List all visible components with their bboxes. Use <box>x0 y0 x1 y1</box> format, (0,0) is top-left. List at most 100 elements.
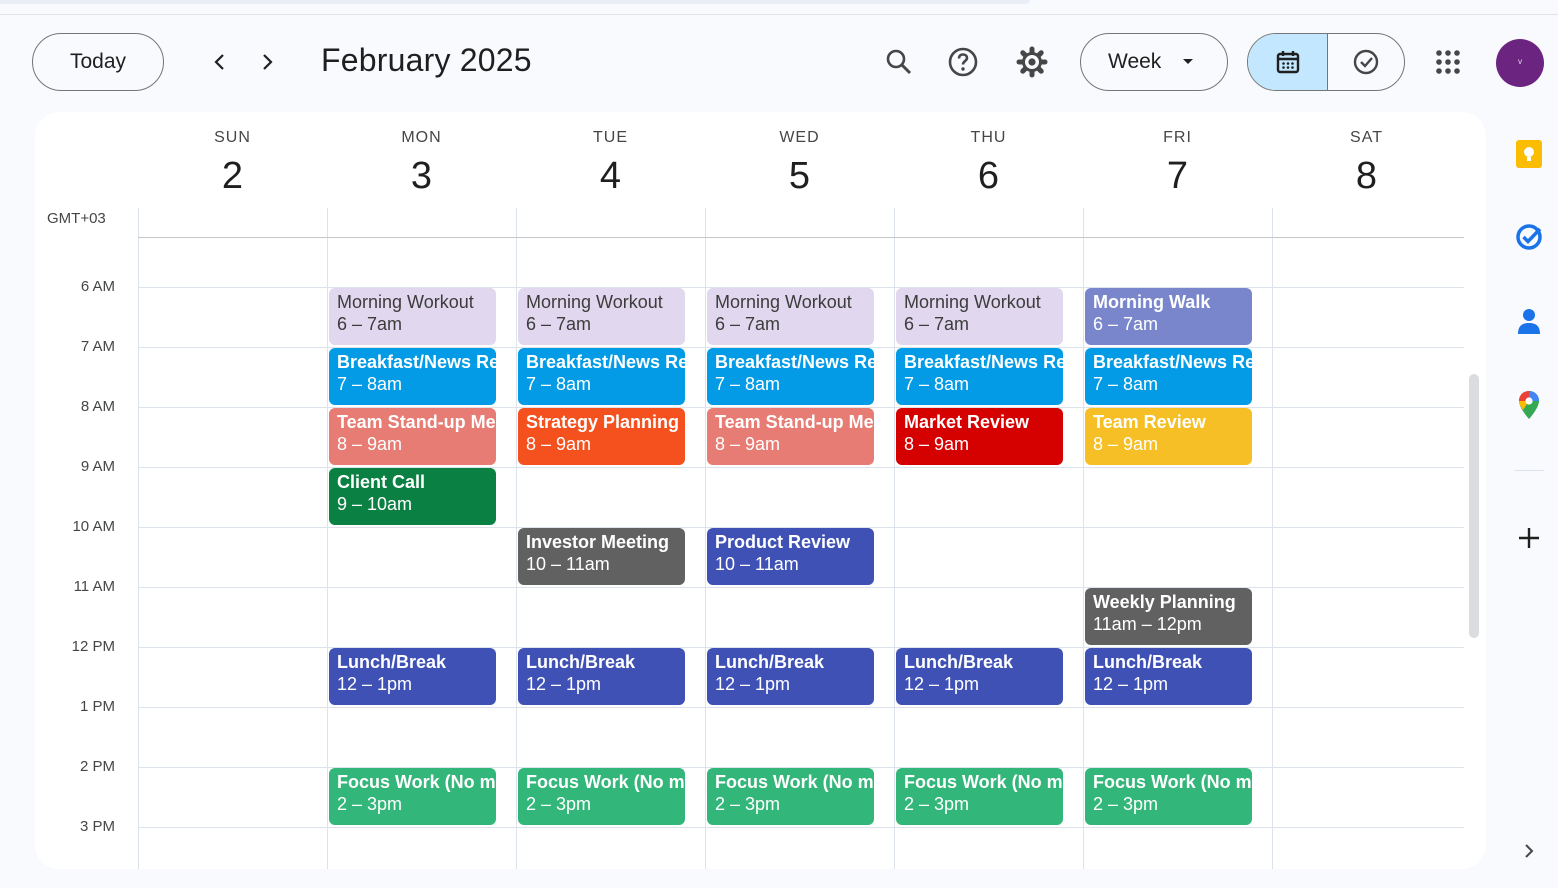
day-header-sun[interactable]: SUN 2 <box>138 112 327 212</box>
header-column-separator <box>138 208 139 238</box>
calendar-event[interactable]: Team Stand-up Me 8 – 9am <box>707 408 874 465</box>
day-name: SAT <box>1350 129 1383 146</box>
calendar-event[interactable]: Focus Work (No me 2 – 3pm <box>1085 768 1252 825</box>
maps-button[interactable] <box>1514 390 1544 420</box>
today-button[interactable]: Today <box>32 33 164 91</box>
day-column-line <box>894 238 895 869</box>
view-selector[interactable]: Week <box>1080 33 1228 91</box>
header-column-separator <box>516 208 517 238</box>
calendar-event[interactable]: Focus Work (No me 2 – 3pm <box>518 768 685 825</box>
keep-button[interactable] <box>1514 139 1544 169</box>
calendar-event[interactable]: Morning Walk 6 – 7am <box>1085 288 1252 345</box>
apps-button[interactable] <box>1426 40 1470 84</box>
event-time: 8 – 9am <box>337 434 403 454</box>
event-title: Breakfast/News Re <box>337 352 496 372</box>
hour-line <box>138 707 1464 708</box>
contacts-button[interactable] <box>1514 306 1544 336</box>
calendar-event[interactable]: Team Review 8 – 9am <box>1085 408 1252 465</box>
day-column-line <box>1083 238 1084 869</box>
event-time: 6 – 7am <box>526 314 592 334</box>
gear-icon <box>1016 46 1048 78</box>
day-date[interactable]: 2 <box>138 155 327 198</box>
day-header-mon[interactable]: MON 3 <box>327 112 516 212</box>
event-time: 12 – 1pm <box>526 674 602 694</box>
event-title: Product Review <box>715 532 851 552</box>
time-label: 12 PM <box>71 638 115 655</box>
hour-line <box>138 827 1464 828</box>
prev-week-button[interactable] <box>202 44 238 80</box>
contacts-icon <box>1518 309 1540 334</box>
calendar-event[interactable]: Market Review 8 – 9am <box>896 408 1063 465</box>
task-check-icon <box>1353 49 1379 75</box>
event-title: Focus Work (No me <box>526 772 685 792</box>
event-title: Investor Meeting <box>526 532 670 552</box>
header-column-separator <box>705 208 706 238</box>
calendar-event[interactable]: Morning Workout 6 – 7am <box>707 288 874 345</box>
avatar[interactable]: ᵛ <box>1496 39 1544 87</box>
day-name: SUN <box>214 129 251 146</box>
grid-scrollbar[interactable] <box>1469 374 1479 638</box>
header-column-separator <box>1272 208 1273 238</box>
day-name: THU <box>970 129 1007 146</box>
calendar-event[interactable]: Strategy Planning 8 – 9am <box>518 408 685 465</box>
day-date[interactable]: 5 <box>705 155 894 198</box>
tasks-button[interactable] <box>1514 222 1544 252</box>
calendar-event[interactable]: Focus Work (No me 2 – 3pm <box>707 768 874 825</box>
settings-button[interactable] <box>1010 40 1054 84</box>
calendar-event[interactable]: Investor Meeting 10 – 11am <box>518 528 685 585</box>
event-title: Breakfast/News Re <box>904 352 1063 372</box>
event-title: Team Review <box>1093 412 1206 432</box>
event-time: 2 – 3pm <box>337 794 403 814</box>
event-title: Morning Walk <box>1093 292 1211 312</box>
calendar-event[interactable]: Client Call 9 – 10am <box>329 468 496 525</box>
tab-strip <box>0 0 1030 4</box>
calendar-event[interactable]: Breakfast/News Re 7 – 8am <box>896 348 1063 405</box>
expand-side-panel-button[interactable] <box>1514 836 1544 866</box>
event-title: Strategy Planning <box>526 412 680 432</box>
event-title: Breakfast/News Re <box>526 352 685 372</box>
calendar-event[interactable]: Morning Workout 6 – 7am <box>518 288 685 345</box>
calendar-event[interactable]: Lunch/Break 12 – 1pm <box>1085 648 1252 705</box>
calendar-event[interactable]: Breakfast/News Re 7 – 8am <box>518 348 685 405</box>
day-date[interactable]: 6 <box>894 155 1083 198</box>
calendar-event[interactable]: Morning Workout 6 – 7am <box>329 288 496 345</box>
time-label: 9 AM <box>80 458 115 475</box>
calendar-event[interactable]: Breakfast/News Re 7 – 8am <box>707 348 874 405</box>
time-grid[interactable]: 5 AM6 AM7 AM8 AM9 AM10 AM11 AM12 PM1 PM2… <box>35 238 1465 869</box>
day-date[interactable]: 3 <box>327 155 516 198</box>
add-addon-button[interactable] <box>1514 523 1544 553</box>
calendar-event[interactable]: Weekly Planning 11am – 12pm <box>1085 588 1252 645</box>
day-header-fri[interactable]: FRI 7 <box>1083 112 1272 212</box>
time-label: 6 AM <box>80 278 115 295</box>
calendar-event[interactable]: Lunch/Break 12 – 1pm <box>896 648 1063 705</box>
calendar-event[interactable]: Lunch/Break 12 – 1pm <box>707 648 874 705</box>
calendar-event[interactable]: Lunch/Break 12 – 1pm <box>518 648 685 705</box>
calendar-grid-panel: SUN2MON3TUE4WED5THU6FRI7SAT8 GMT+03 5 AM… <box>35 112 1486 869</box>
day-header-sat[interactable]: SAT 8 <box>1272 112 1461 212</box>
calendar-event[interactable]: Product Review 10 – 11am <box>707 528 874 585</box>
day-header-wed[interactable]: WED 5 <box>705 112 894 212</box>
help-button[interactable] <box>941 40 985 84</box>
calendar-event[interactable]: Team Stand-up Me 8 – 9am <box>329 408 496 465</box>
day-date[interactable]: 7 <box>1083 155 1272 198</box>
event-time: 2 – 3pm <box>1093 794 1159 814</box>
day-date[interactable]: 4 <box>516 155 705 198</box>
calendar-event[interactable]: Focus Work (No me 2 – 3pm <box>329 768 496 825</box>
search-button[interactable] <box>877 40 921 84</box>
plus-icon <box>1519 528 1539 548</box>
calendar-event[interactable]: Breakfast/News Re 7 – 8am <box>329 348 496 405</box>
tasks-view-button[interactable] <box>1328 34 1404 90</box>
event-time: 7 – 8am <box>904 374 970 394</box>
calendar-view-button[interactable] <box>1248 34 1328 90</box>
calendar-event[interactable]: Morning Workout 6 – 7am <box>896 288 1063 345</box>
day-date[interactable]: 8 <box>1272 155 1461 198</box>
calendar-event[interactable]: Breakfast/News Re 7 – 8am <box>1085 348 1252 405</box>
next-week-button[interactable] <box>249 44 285 80</box>
time-label: 1 PM <box>79 698 115 715</box>
calendar-event[interactable]: Lunch/Break 12 – 1pm <box>329 648 496 705</box>
day-header-tue[interactable]: TUE 4 <box>516 112 705 212</box>
calendar-event[interactable]: Focus Work (No me 2 – 3pm <box>896 768 1063 825</box>
event-time: 6 – 7am <box>904 314 970 334</box>
event-time: 12 – 1pm <box>1093 674 1169 694</box>
day-header-thu[interactable]: THU 6 <box>894 112 1083 212</box>
